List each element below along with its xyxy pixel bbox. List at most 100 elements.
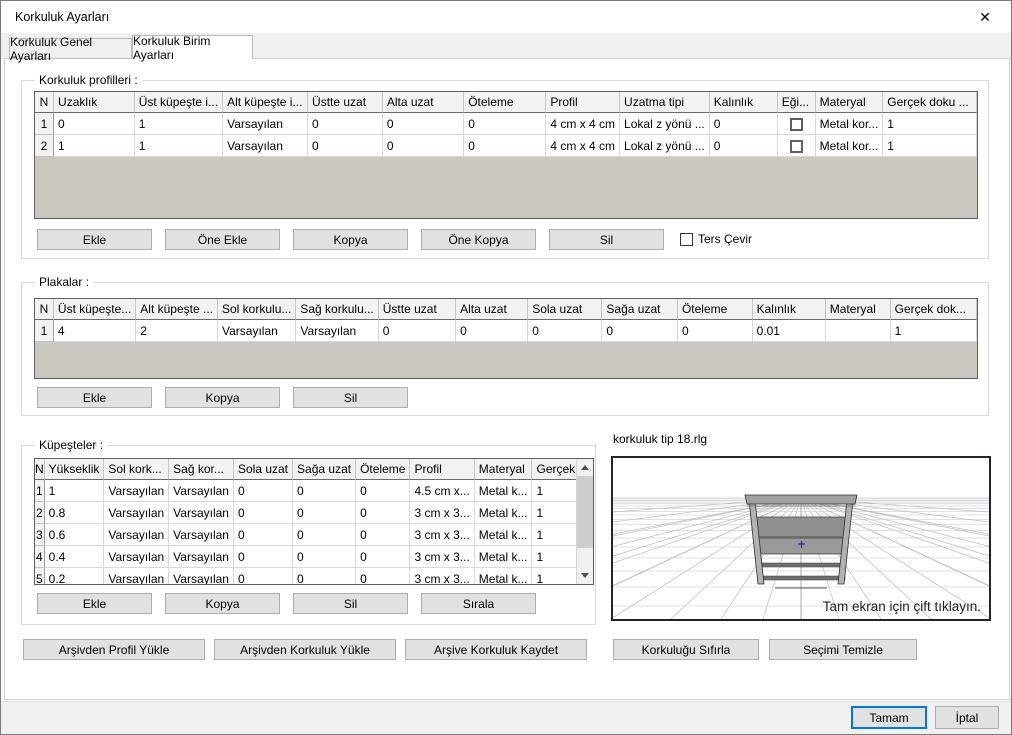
load-profile-from-archive-button[interactable]: Arşivden Profil Yükle — [23, 639, 205, 660]
table-cell[interactable]: Varsayılan — [296, 320, 378, 342]
column-header[interactable]: Alt küpeşte ... — [136, 299, 218, 320]
table-cell[interactable]: 0.8 — [45, 502, 105, 524]
table-cell[interactable]: 0 — [54, 113, 135, 135]
column-header[interactable]: Üstte uzat — [308, 92, 383, 113]
table-cell[interactable]: 1 — [54, 135, 135, 157]
table-cell[interactable]: 0 — [356, 524, 410, 546]
column-header[interactable]: Alt küpeşte i... — [223, 92, 308, 113]
table-cell[interactable]: Lokal z yönü ... — [620, 113, 710, 135]
table-cell[interactable]: 0 — [383, 135, 464, 157]
tab-korkuluk-genel-ayarlari[interactable]: Korkuluk Genel Ayarları — [9, 38, 132, 59]
table-row[interactable]: 101Varsayılan0004 cm x 4 cmLokal z yönü … — [35, 113, 977, 135]
scroll-down-button[interactable] — [577, 567, 593, 584]
table-cell[interactable]: Varsayılan — [223, 135, 308, 157]
table-cell[interactable] — [778, 113, 816, 135]
table-cell[interactable]: Metal kor... — [816, 113, 884, 135]
table-cell[interactable]: 0 — [464, 113, 546, 135]
table-cell[interactable]: Metal k... — [475, 546, 533, 568]
table-cell[interactable]: Varsayılan — [218, 320, 296, 342]
table-cell[interactable]: Lokal z yönü ... — [620, 135, 710, 157]
profiles-sil-button[interactable]: Sil — [549, 229, 664, 250]
table-cell[interactable]: 0 — [308, 135, 383, 157]
table-cell[interactable]: 0 — [234, 568, 293, 585]
profiles-one-ekle-button[interactable]: Öne Ekle — [165, 229, 280, 250]
table-cell[interactable]: 4 — [54, 320, 136, 342]
column-header[interactable]: Gerçek doku ... — [883, 92, 977, 113]
table-cell[interactable]: 3 cm x 3... — [410, 502, 474, 524]
table-cell[interactable]: 0 — [464, 135, 546, 157]
table-row[interactable]: 40.4VarsayılanVarsayılan0003 cm x 3...Me… — [35, 546, 594, 568]
table-cell[interactable]: 1 — [891, 320, 977, 342]
column-header[interactable]: Öteleme — [464, 92, 546, 113]
column-header[interactable]: Kalınlık — [753, 299, 826, 320]
column-header[interactable]: Sağa uzat — [293, 459, 356, 480]
table-cell[interactable]: Varsayılan — [104, 480, 169, 502]
table-cell[interactable]: Metal k... — [475, 480, 533, 502]
table-cell[interactable]: Varsayılan — [104, 502, 169, 524]
table-cell[interactable]: 3 cm x 3... — [410, 546, 474, 568]
table-cell[interactable]: 3 cm x 3... — [410, 568, 474, 585]
table-cell[interactable]: 0 — [234, 502, 293, 524]
table-row[interactable]: 30.6VarsayılanVarsayılan0003 cm x 3...Me… — [35, 524, 594, 546]
table-cell[interactable]: 0 — [710, 113, 778, 135]
egim-checkbox[interactable] — [790, 118, 803, 131]
column-header[interactable]: Materyal — [826, 299, 891, 320]
column-header[interactable]: Alta uzat — [456, 299, 528, 320]
egim-checkbox[interactable] — [790, 140, 803, 153]
table-cell[interactable]: Varsayılan — [104, 524, 169, 546]
table-cell[interactable]: 0 — [293, 524, 356, 546]
table-cell[interactable]: 1 — [883, 135, 977, 157]
table-cell[interactable]: 4 cm x 4 cm — [546, 135, 620, 157]
column-header[interactable]: Öteleme — [678, 299, 753, 320]
table-cell[interactable]: Metal kor... — [816, 135, 884, 157]
column-header[interactable]: Sağa uzat — [602, 299, 678, 320]
table-row[interactable]: 20.8VarsayılanVarsayılan0003 cm x 3...Me… — [35, 502, 594, 524]
profiles-ekle-button[interactable]: Ekle — [37, 229, 152, 250]
table-cell[interactable]: 0 — [456, 320, 528, 342]
column-header[interactable]: Sola uzat — [234, 459, 293, 480]
column-header[interactable]: Sol kork... — [104, 459, 169, 480]
row-header[interactable]: 3 — [35, 524, 45, 546]
row-header[interactable]: 5 — [35, 568, 45, 585]
plates-ekle-button[interactable]: Ekle — [37, 387, 152, 408]
table-cell[interactable]: 0 — [356, 502, 410, 524]
column-header[interactable]: Alta uzat — [383, 92, 464, 113]
table-cell[interactable]: 1 — [45, 480, 105, 502]
column-header[interactable]: Kalınlık — [710, 92, 778, 113]
column-header[interactable]: Üst küpeşte... — [54, 299, 136, 320]
table-cell[interactable]: 0 — [234, 480, 293, 502]
save-railing-to-archive-button[interactable]: Arşive Korkuluk Kaydet — [405, 639, 587, 660]
table-cell[interactable]: Metal k... — [475, 568, 533, 585]
handrails-kopya-button[interactable]: Kopya — [165, 593, 280, 614]
table-cell[interactable]: 0 — [356, 568, 410, 585]
table-cell[interactable]: 0 — [678, 320, 753, 342]
table-cell[interactable]: 0 — [293, 480, 356, 502]
table-cell[interactable]: Varsayılan — [104, 546, 169, 568]
profiles-kopya-button[interactable]: Kopya — [293, 229, 408, 250]
column-header[interactable]: Üstte uzat — [379, 299, 456, 320]
table-cell[interactable]: 0 — [234, 524, 293, 546]
load-railing-from-archive-button[interactable]: Arşivden Korkuluk Yükle — [214, 639, 396, 660]
column-header[interactable]: Profil — [410, 459, 474, 480]
column-header[interactable]: Sola uzat — [528, 299, 602, 320]
handrails-sirala-button[interactable]: Sırala — [421, 593, 536, 614]
column-header[interactable]: Üst küpeşte i... — [135, 92, 223, 113]
table-cell[interactable]: 3 cm x 3... — [410, 524, 474, 546]
table-cell[interactable]: Varsayılan — [223, 113, 308, 135]
table-cell[interactable]: Varsayılan — [169, 546, 234, 568]
table-cell[interactable]: Varsayılan — [169, 524, 234, 546]
tab-korkuluk-birim-ayarlari[interactable]: Korkuluk Birim Ayarları — [132, 35, 253, 59]
table-cell[interactable]: 1 — [135, 113, 223, 135]
plates-sil-button[interactable]: Sil — [293, 387, 408, 408]
table-cell[interactable]: Metal k... — [475, 524, 533, 546]
table-cell[interactable] — [778, 135, 816, 157]
table-cell[interactable]: 0 — [356, 546, 410, 568]
table-cell[interactable]: 0 — [356, 480, 410, 502]
profiles-one-kopya-button[interactable]: Öne Kopya — [421, 229, 536, 250]
column-header[interactable]: Materyal — [475, 459, 533, 480]
column-header[interactable]: N — [35, 459, 45, 480]
ters-cevir-checkbox[interactable] — [680, 233, 693, 246]
handrails-ekle-button[interactable]: Ekle — [37, 593, 152, 614]
column-header[interactable]: Profil — [546, 92, 620, 113]
row-header[interactable]: 4 — [35, 546, 45, 568]
